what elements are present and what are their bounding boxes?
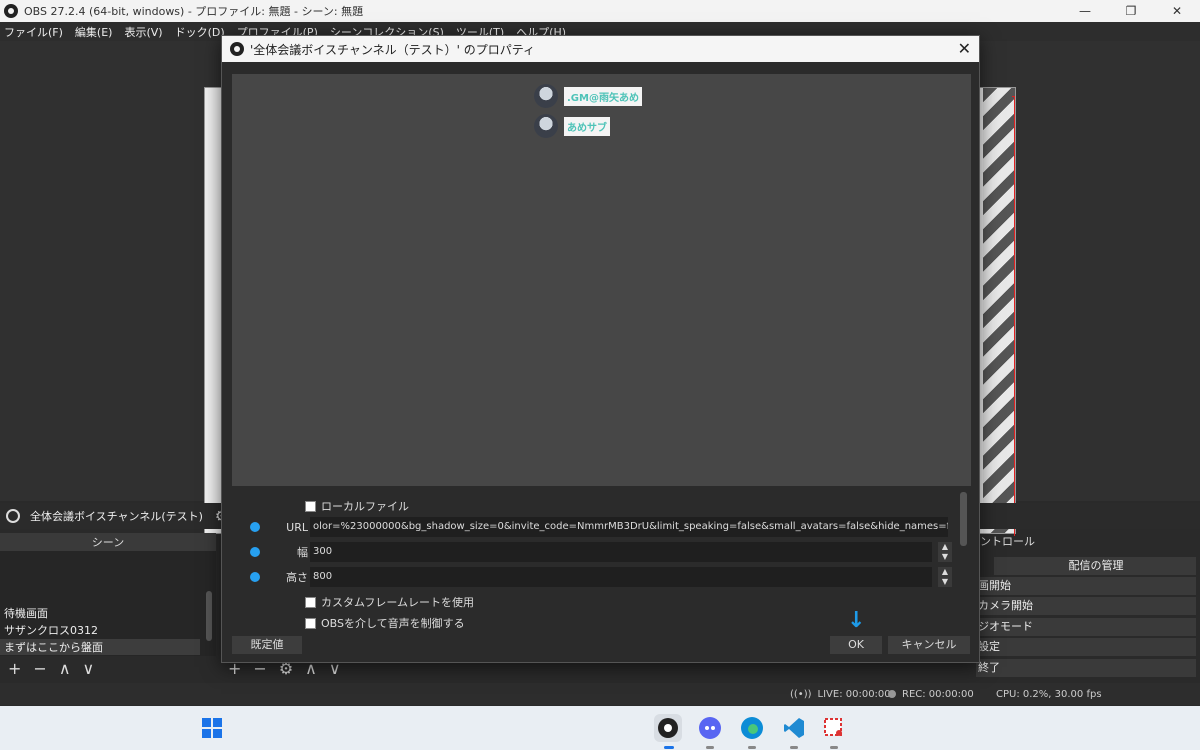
local-file-label: ローカルファイル (321, 500, 409, 513)
snipping-tool-indicator (830, 746, 838, 749)
snipping-tool-icon[interactable] (820, 714, 848, 742)
live-status: ((•)) LIVE: 00:00:00 (790, 689, 891, 700)
edge-indicator (748, 746, 756, 749)
dialog-scrollbar[interactable] (960, 492, 967, 546)
url-input[interactable]: olor=%23000000&bg_shadow_size=0&invite_c… (310, 517, 948, 537)
move-scene-down-button[interactable]: ∨ (83, 659, 95, 678)
scene-item-selected[interactable]: まずはここから盤面 (0, 639, 200, 655)
minimize-button[interactable]: — (1062, 0, 1108, 22)
properties-dialog: '全体会議ボイスチャンネル（テスト）' のプロパティ ✕ .GM@雨矢あめ あめ… (221, 35, 980, 663)
local-file-checkbox[interactable]: ローカルファイル (305, 498, 409, 514)
scenes-header: シーン (0, 533, 216, 551)
width-input[interactable]: 300 (310, 542, 932, 562)
height-label: 高さ (286, 571, 308, 584)
dialog-close-button[interactable]: ✕ (958, 39, 971, 58)
controls-header: ントロール (980, 535, 1035, 548)
custom-framerate-label: カスタムフレームレートを使用 (321, 596, 475, 609)
ok-button[interactable]: OK (830, 636, 882, 654)
dialog-title: '全体会議ボイスチャンネル（テスト）' のプロパティ (250, 42, 535, 57)
audio-control-checkbox[interactable]: OBSを介して音声を制御する (305, 615, 465, 631)
status-bar: ((•)) LIVE: 00:00:00 REC: 00:00:00 CPU: … (0, 683, 1200, 705)
cpu-fps: CPU: 0.2%, 30.00 fps (996, 688, 1102, 700)
checkbox-box[interactable] (305, 596, 316, 608)
obs-icon[interactable] (654, 714, 682, 742)
width-spinner[interactable]: ▲ ▼ (938, 542, 952, 562)
spin-up-icon[interactable]: ▲ (938, 542, 952, 552)
cpu-status: CPU: 0.2%, 30.00 fps (996, 689, 1102, 700)
add-scene-button[interactable]: + (8, 659, 21, 678)
manage-broadcast-button[interactable]: 配信の管理 (994, 557, 1196, 575)
width-label: 幅 (297, 546, 308, 559)
width-row: 幅 300 ▲ ▼ (232, 542, 952, 562)
height-row: 高さ 800 ▲ ▼ (232, 567, 952, 587)
rec-status: REC: 00:00:00 (888, 689, 974, 700)
cancel-button[interactable]: キャンセル (888, 636, 970, 654)
height-indicator-icon (250, 572, 260, 582)
windows-taskbar (0, 706, 1200, 750)
close-button[interactable]: ✕ (1154, 0, 1200, 22)
width-indicator-icon (250, 547, 260, 557)
dialog-titlebar: '全体会議ボイスチャンネル（テスト）' のプロパティ ✕ (222, 36, 979, 62)
vscode-indicator (790, 746, 798, 749)
menu-dock[interactable]: ドック(D) (175, 24, 225, 40)
voice-member: .GM@雨矢あめ (534, 84, 642, 108)
audio-control-label: OBSを介して音声を制御する (321, 617, 465, 630)
member-name: .GM@雨矢あめ (564, 86, 642, 106)
url-row: URL olor=%23000000&bg_shadow_size=0&invi… (232, 517, 952, 537)
checkbox-box[interactable] (305, 500, 316, 512)
url-indicator-icon (250, 522, 260, 532)
spin-down-icon[interactable]: ▼ (938, 577, 952, 587)
spin-up-icon[interactable]: ▲ (938, 567, 952, 577)
scenes-list[interactable]: 待機画面 サザンクロス0312 まずはここから盤面 (0, 551, 216, 656)
live-time: LIVE: 00:00:00 (817, 688, 891, 700)
discord-icon[interactable] (696, 714, 724, 742)
avatar (534, 114, 558, 138)
globe-icon (6, 509, 20, 523)
rec-time: REC: 00:00:00 (902, 688, 974, 700)
scenes-scrollbar[interactable] (206, 591, 212, 641)
start-virtual-camera-button[interactable]: カメラ開始 (976, 597, 1196, 615)
avatar (534, 84, 558, 108)
edge-icon[interactable] (738, 714, 766, 742)
checkbox-box[interactable] (305, 617, 316, 629)
window-title: OBS 27.2.4 (64-bit, windows) - プロファイル: 無… (24, 5, 364, 18)
pointer-arrow-icon: ↓ (847, 608, 866, 633)
rec-dot-icon (888, 690, 896, 698)
settings-button[interactable]: 設定 (976, 638, 1196, 656)
obs-logo-icon (230, 42, 244, 56)
scene-item[interactable]: 待機画面 (4, 605, 48, 621)
spin-down-icon[interactable]: ▼ (938, 552, 952, 562)
scene-item[interactable]: サザンクロス0312 (4, 622, 98, 638)
remove-scene-button[interactable]: − (33, 659, 46, 678)
browser-source-preview: .GM@雨矢あめ あめサブ (232, 74, 971, 486)
voice-member: あめサブ (534, 114, 610, 138)
windows-start-icon[interactable] (198, 714, 226, 742)
vscode-icon[interactable] (780, 714, 808, 742)
obs-active-indicator (664, 746, 674, 749)
defaults-button[interactable]: 既定値 (232, 636, 302, 654)
move-scene-up-button[interactable]: ∧ (59, 659, 71, 678)
scenes-controls: + − ∧ ∨ (2, 657, 100, 679)
exit-button[interactable]: 終了 (976, 659, 1196, 677)
url-label: URL (286, 520, 308, 534)
member-name: あめサブ (564, 116, 610, 136)
menu-file[interactable]: ファイル(F) (4, 24, 63, 40)
discord-indicator (706, 746, 714, 749)
obs-logo-icon (4, 4, 18, 18)
broadcast-icon: ((•)) (790, 688, 812, 700)
menu-edit[interactable]: 編集(E) (75, 24, 113, 40)
height-input[interactable]: 800 (310, 567, 932, 587)
canvas-stripes (983, 88, 1015, 533)
selection-outline[interactable] (1012, 96, 1015, 536)
menu-view[interactable]: 表示(V) (124, 24, 162, 40)
selected-source-name: 全体会議ボイスチャンネル(テスト) (30, 510, 203, 523)
height-spinner[interactable]: ▲ ▼ (938, 567, 952, 587)
studio-mode-button[interactable]: ジオモード (976, 618, 1196, 636)
custom-framerate-checkbox[interactable]: カスタムフレームレートを使用 (305, 594, 474, 610)
controls-dock: ントロール 配信の管理 画開始 カメラ開始 ジオモード 設定 終了 (976, 533, 1200, 678)
restore-button[interactable]: ❐ (1108, 0, 1154, 22)
window-titlebar: OBS 27.2.4 (64-bit, windows) - プロファイル: 無… (0, 0, 1200, 22)
start-recording-button[interactable]: 画開始 (976, 577, 1196, 595)
